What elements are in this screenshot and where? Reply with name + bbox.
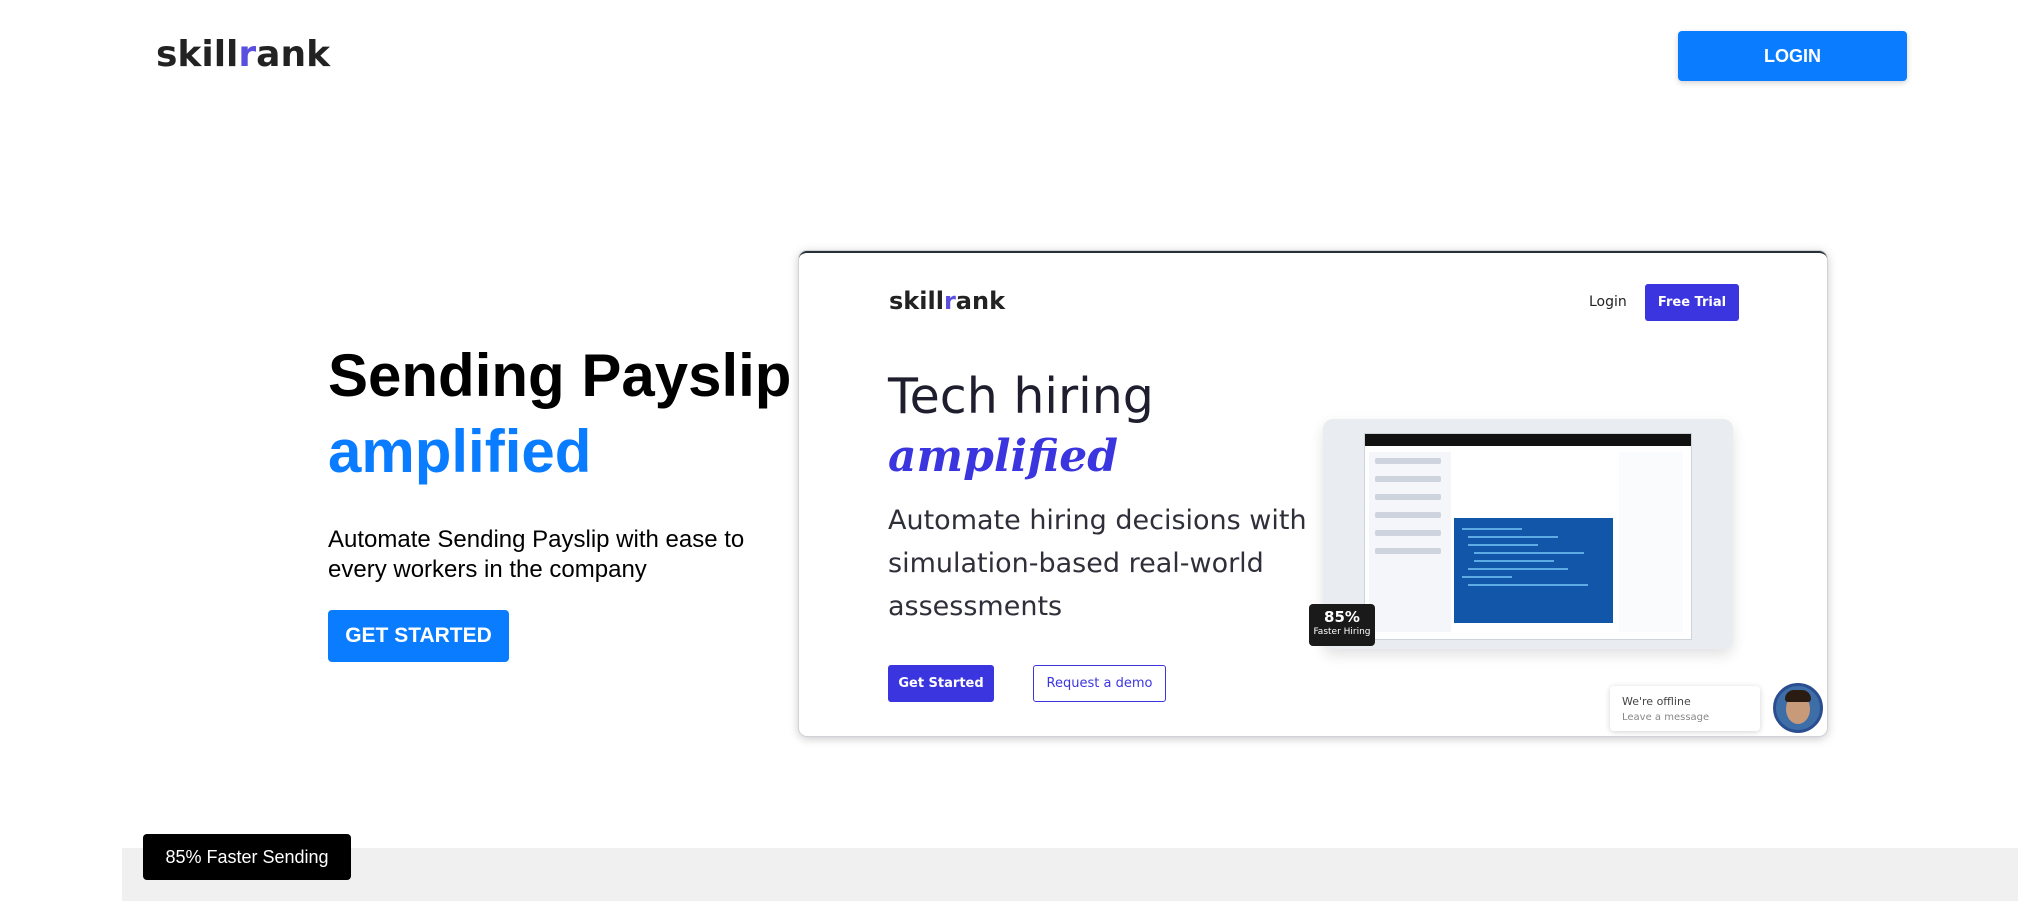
screen-topbar bbox=[1365, 434, 1691, 446]
hero-subtitle: Automate Sending Payslip with ease to ev… bbox=[328, 526, 745, 583]
sidebar-row bbox=[1375, 530, 1441, 536]
screen-code-editor bbox=[1454, 518, 1613, 623]
login-button[interactable]: LOGIN bbox=[1678, 31, 1907, 81]
code-line bbox=[1462, 528, 1522, 530]
code-line bbox=[1474, 560, 1554, 562]
code-line bbox=[1468, 536, 1558, 538]
stat-value: 85% bbox=[1324, 608, 1360, 626]
screen-sidebar bbox=[1369, 452, 1451, 632]
bottom-section bbox=[122, 848, 2018, 901]
preview-logo-suffix: ank bbox=[955, 287, 1006, 315]
preview-logo: skillrank bbox=[889, 287, 1005, 315]
code-line bbox=[1468, 568, 1568, 570]
hero-title: Sending Payslip bbox=[328, 342, 792, 409]
stat-label: Faster Hiring bbox=[1313, 627, 1371, 637]
laptop-mockup: 85% Faster Hiring bbox=[1309, 419, 1743, 657]
sidebar-row bbox=[1375, 548, 1441, 554]
preview-free-trial-button: Free Trial bbox=[1645, 284, 1739, 321]
chat-status: We're offline bbox=[1622, 695, 1691, 708]
preview-logo-prefix: skill bbox=[889, 287, 944, 315]
faster-sending-badge: 85% Faster Sending bbox=[143, 834, 351, 880]
preview-request-demo-button: Request a demo bbox=[1033, 665, 1166, 702]
logo-text-r: r bbox=[238, 33, 257, 75]
laptop-screen bbox=[1364, 433, 1692, 640]
code-line bbox=[1468, 544, 1538, 546]
logo-text-suffix: ank bbox=[256, 33, 331, 75]
product-preview: skillrank Login Free Trial Tech hiring a… bbox=[799, 251, 1827, 736]
sidebar-row bbox=[1375, 512, 1441, 518]
preview-title: Tech hiring bbox=[888, 368, 1154, 425]
code-line bbox=[1474, 552, 1584, 554]
hero-accent: amplified bbox=[328, 418, 592, 485]
get-started-button[interactable]: GET STARTED bbox=[328, 610, 509, 662]
preview-logo-r: r bbox=[943, 287, 956, 315]
screen-right-panel bbox=[1619, 452, 1683, 632]
chat-avatar bbox=[1773, 683, 1823, 733]
chat-prompt: Leave a message bbox=[1622, 712, 1710, 723]
faster-hiring-badge: 85% Faster Hiring bbox=[1309, 604, 1375, 646]
chat-widget: We're offline Leave a message bbox=[1610, 686, 1760, 731]
sidebar-row bbox=[1375, 494, 1441, 500]
preview-login-link: Login bbox=[1589, 294, 1627, 310]
preview-subtitle: Automate hiring decisions with simulatio… bbox=[888, 505, 1307, 622]
avatar-hair bbox=[1785, 690, 1811, 702]
sidebar-row bbox=[1375, 476, 1441, 482]
code-line bbox=[1468, 584, 1588, 586]
sidebar-row bbox=[1375, 458, 1441, 464]
preview-get-started-button: Get Started bbox=[888, 665, 994, 702]
preview-accent: amplified bbox=[888, 431, 1119, 482]
logo-text-prefix: skill bbox=[156, 33, 239, 75]
skillrank-logo[interactable]: skill r ank bbox=[156, 33, 331, 75]
code-line bbox=[1462, 576, 1512, 578]
